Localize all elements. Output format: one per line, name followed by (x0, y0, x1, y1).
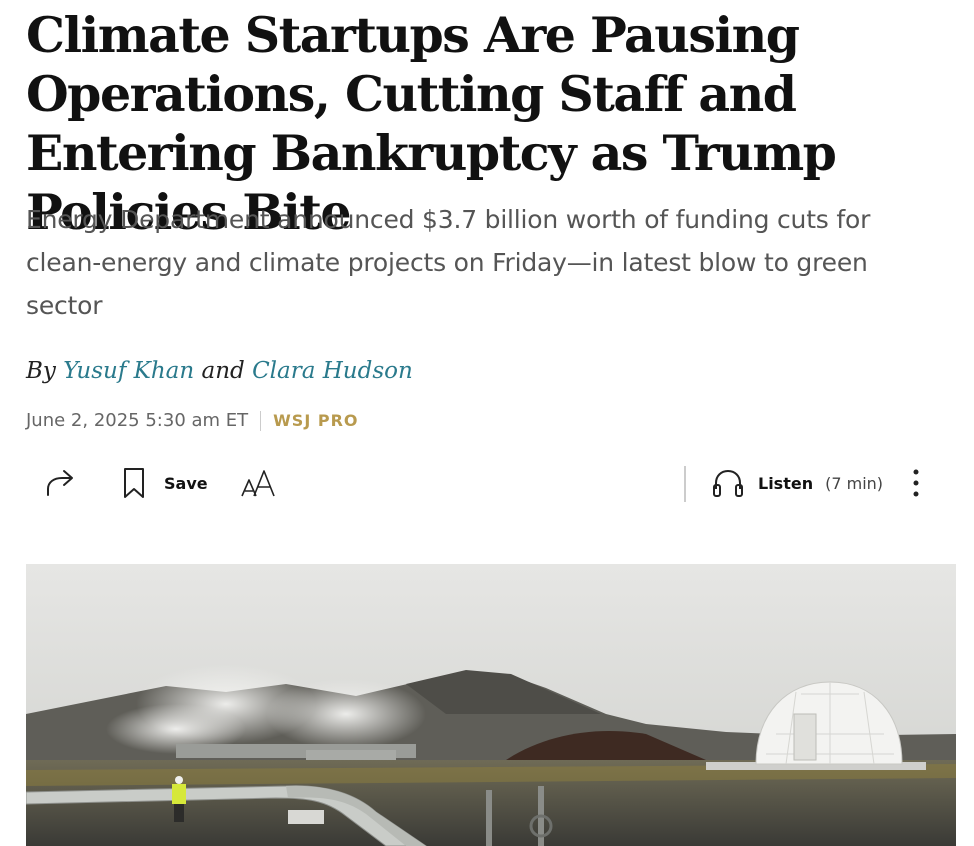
section-badge[interactable]: WSJ PRO (273, 411, 358, 430)
text-size-button[interactable] (240, 458, 278, 508)
article-dek: Energy Department announced $3.7 billion… (26, 205, 871, 320)
meta-divider (260, 410, 262, 431)
byline: By Yusuf Khan and Clara Hudson (26, 358, 413, 384)
share-button[interactable] (44, 458, 80, 508)
article-meta: June 2, 2025 5:30 am ET WSJ PRO (26, 410, 359, 431)
geothermal-plant-photo (26, 564, 956, 846)
listen-duration: (7 min) (825, 473, 884, 493)
bookmark-icon (124, 468, 144, 498)
more-vertical-icon (913, 469, 919, 497)
headphones-icon (713, 469, 743, 497)
save-label: Save (164, 473, 208, 493)
share-icon (47, 470, 73, 496)
listen-button[interactable]: Listen (7 min) (712, 458, 883, 508)
save-button[interactable]: Save (122, 458, 208, 508)
publish-date: June 2, 2025 5:30 am ET (26, 410, 249, 431)
author-link-yusuf-khan[interactable]: Yusuf Khan (63, 358, 194, 384)
listen-label: Listen (758, 473, 814, 493)
byline-conjunction: and (201, 358, 245, 384)
author-link-clara-hudson[interactable]: Clara Hudson (252, 358, 413, 384)
more-options-button[interactable] (910, 458, 922, 508)
article-hero-image (26, 564, 956, 846)
byline-prefix: By (26, 358, 56, 384)
toolbar-divider (684, 466, 686, 502)
article-toolbar: Save Listen (7 min) (26, 458, 946, 508)
text-size-icon (241, 470, 275, 497)
